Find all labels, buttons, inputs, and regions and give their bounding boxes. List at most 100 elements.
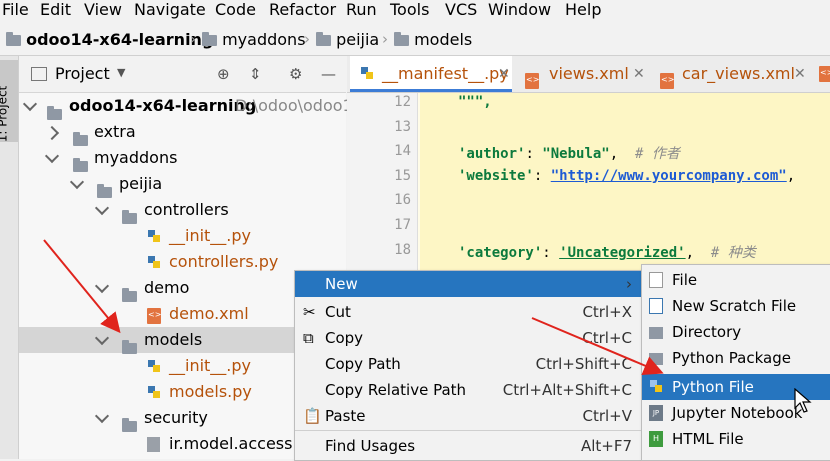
tree-item-label: ir.model.access.cs	[169, 434, 315, 453]
chevron-down-icon[interactable]	[94, 330, 110, 346]
menu-shortcut: Ctrl+Alt+Shift+C	[502, 381, 632, 399]
line-number: 15	[394, 168, 411, 184]
menu-refactor[interactable]: Refactor	[269, 0, 336, 20]
context-menu-copy[interactable]: ⧉ Copy Ctrl+C	[295, 325, 642, 351]
tree-item-project-root[interactable]: odoo14-x64-learning D:\odoo\odoo1	[19, 93, 353, 120]
gear-icon[interactable]: ⚙	[289, 65, 302, 83]
menu-bar: File Edit View Navigate Code Refactor Ru…	[0, 0, 830, 22]
code-token: "Nebula"	[542, 146, 610, 162]
breadcrumb-item-myaddons[interactable]: myaddons	[202, 29, 306, 51]
tree-item-controllers-init[interactable]: __init__.py	[19, 223, 346, 249]
menu-vcs[interactable]: VCS	[445, 0, 477, 20]
csv-file-icon	[147, 437, 160, 452]
tree-item-peijia[interactable]: peijia	[19, 171, 346, 198]
close-icon[interactable]: ✕	[498, 56, 510, 92]
collapse-all-icon[interactable]: ⇕	[249, 65, 262, 83]
menu-item-label: Paste	[325, 407, 366, 425]
code-line-15: 'website': "http://www.yourcompany.com",	[458, 168, 796, 184]
submenu-new-scratch-file[interactable]: New Scratch File	[642, 293, 830, 319]
menu-shortcut: Ctrl+Shift+C	[535, 355, 632, 373]
dropdown-arrow-icon[interactable]: ▼	[117, 66, 125, 79]
menu-item-label: File	[672, 271, 698, 289]
chevron-down-icon[interactable]	[22, 96, 38, 112]
tool-window-strip: 1: Project	[0, 56, 19, 459]
menu-code[interactable]: Code	[215, 0, 256, 20]
submenu-html-file[interactable]: H HTML File	[642, 426, 830, 452]
chevron-down-icon[interactable]	[69, 174, 85, 190]
project-path: D:\odoo\odoo1	[235, 96, 353, 115]
menu-item-label: Find Usages	[325, 437, 416, 455]
python-file-icon	[148, 386, 160, 398]
tab-manifest[interactable]: __manifest__.py ✕	[350, 56, 512, 92]
project-view-icon	[31, 67, 47, 81]
python-file-icon	[148, 230, 160, 242]
breadcrumb-item-peijia[interactable]: peijia	[316, 29, 379, 51]
menu-edit[interactable]: Edit	[40, 0, 71, 20]
locate-icon[interactable]: ⊕	[217, 65, 230, 83]
chevron-right-icon: ›	[382, 30, 388, 48]
xml-file-icon	[660, 73, 674, 89]
code-token: 'Uncategorized'	[559, 245, 686, 261]
context-menu-paste[interactable]: 📋 Paste Ctrl+V	[295, 403, 642, 429]
tree-item-myaddons[interactable]: myaddons	[19, 145, 346, 172]
tree-item-extra[interactable]: extra	[19, 119, 346, 146]
close-icon[interactable]: ✕	[633, 56, 645, 92]
line-number: 18	[394, 242, 411, 258]
minimize-icon[interactable]: —	[321, 65, 336, 83]
menu-navigate[interactable]: Navigate	[134, 0, 206, 20]
tree-item-controllers[interactable]: controllers	[19, 197, 346, 224]
jupyter-icon: JP	[649, 405, 663, 421]
mouse-cursor-icon	[794, 388, 812, 413]
folder-icon	[6, 32, 21, 46]
menu-item-label: Copy Path	[325, 355, 401, 373]
tree-item-label: models.py	[169, 382, 252, 401]
tab-label: views.xml	[549, 64, 629, 83]
menu-window[interactable]: Window	[488, 0, 551, 20]
context-menu-new[interactable]: New ›	[295, 271, 642, 297]
project-panel-title[interactable]: Project	[55, 64, 110, 83]
chevron-down-icon[interactable]	[44, 148, 60, 164]
copy-icon: ⧉	[303, 329, 314, 347]
chevron-down-icon[interactable]	[94, 408, 110, 424]
tree-item-label: peijia	[119, 174, 163, 193]
context-menu-copy-relative-path[interactable]: Copy Relative Path Ctrl+Alt+Shift+C	[295, 377, 642, 403]
menu-run[interactable]: Run	[346, 0, 377, 20]
menu-item-label: Python Package	[672, 349, 791, 367]
tree-item-label: extra	[94, 122, 136, 141]
tab-label: car_views.xml	[682, 64, 795, 83]
menu-tools[interactable]: Tools	[390, 0, 429, 20]
tree-item-label: demo.xml	[169, 304, 249, 323]
line-number: 12	[394, 94, 411, 110]
chevron-right-icon[interactable]	[44, 125, 60, 141]
context-menu-find-usages[interactable]: Find Usages Alt+F7	[295, 433, 642, 459]
code-url: "http://www.yourcompany.com"	[550, 168, 787, 184]
menu-help[interactable]: Help	[565, 0, 601, 20]
tree-item-label: controllers.py	[169, 252, 279, 271]
submenu-directory[interactable]: Directory	[642, 319, 830, 345]
xml-file-icon	[525, 73, 539, 89]
line-number: 13	[394, 119, 411, 135]
menu-file[interactable]: File	[2, 0, 29, 20]
chevron-down-icon[interactable]	[94, 200, 110, 216]
xml-file-icon[interactable]	[819, 66, 830, 82]
menu-view[interactable]: View	[84, 0, 122, 20]
close-icon[interactable]: ✕	[794, 56, 806, 92]
tab-views-xml[interactable]: views.xml ✕	[517, 56, 647, 92]
code-token: 'website'	[458, 168, 534, 184]
code-line-12: """,	[458, 94, 492, 110]
project-tool-tab[interactable]: 1: Project	[0, 60, 18, 142]
breadcrumb-item-project[interactable]: odoo14-x64-learning	[6, 29, 213, 51]
context-menu-copy-path[interactable]: Copy Path Ctrl+Shift+C	[295, 351, 642, 377]
menu-shortcut: Ctrl+V	[582, 407, 632, 425]
html-file-icon: H	[649, 431, 663, 447]
tab-car-views-xml[interactable]: car_views.xml ✕	[652, 56, 812, 92]
breadcrumb-item-models[interactable]: models	[394, 29, 472, 51]
chevron-down-icon[interactable]	[94, 278, 110, 294]
context-menu: New › ✂ Cut Ctrl+X ⧉ Copy Ctrl+C Copy Pa…	[294, 270, 643, 461]
context-menu-cut[interactable]: ✂ Cut Ctrl+X	[295, 299, 642, 325]
line-number: 16	[394, 192, 411, 208]
tree-item-label: __init__.py	[169, 226, 252, 245]
submenu-file[interactable]: File	[642, 267, 830, 293]
submenu-python-package[interactable]: Python Package	[642, 345, 830, 371]
menu-item-label: Cut	[325, 303, 351, 321]
